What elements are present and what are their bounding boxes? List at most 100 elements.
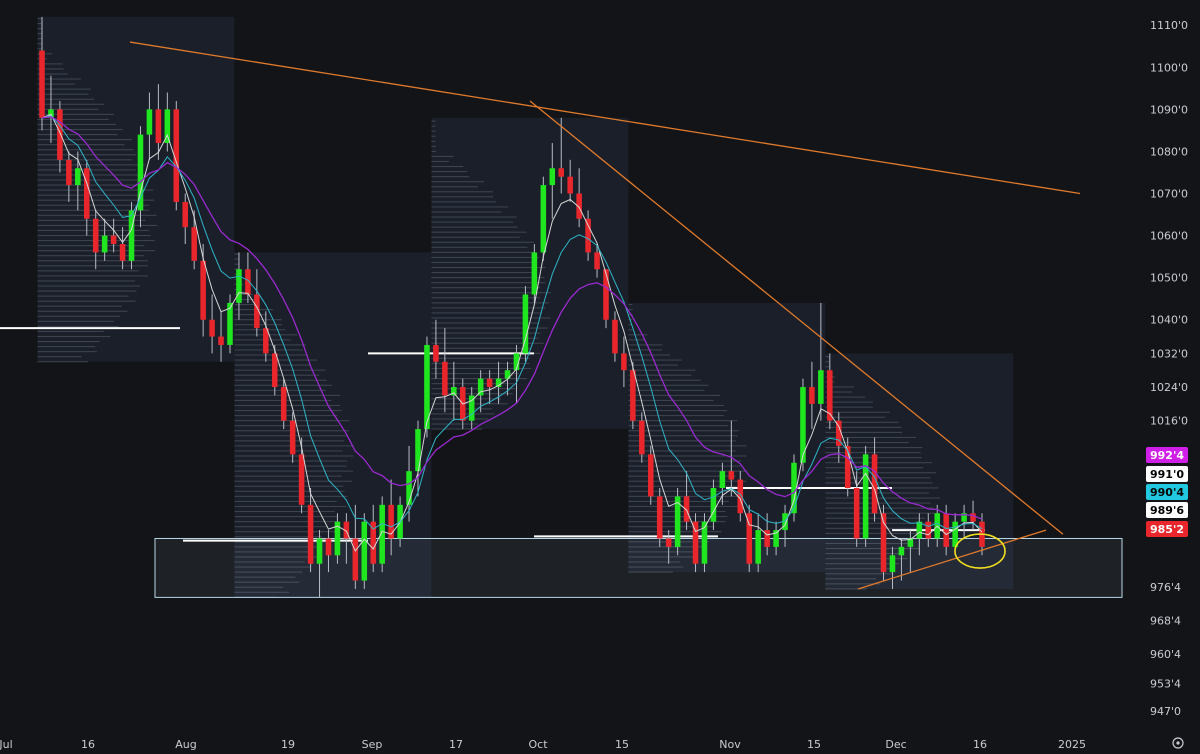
y-tick-label: 1070'0 [1150, 188, 1188, 201]
profile-bar [431, 287, 540, 289]
candle-body [316, 538, 323, 564]
profile-bar [234, 480, 353, 482]
profile-bar [37, 199, 155, 201]
profile-bar [431, 160, 450, 163]
price-tag-label: 990'4 [1150, 486, 1184, 499]
candle-body [594, 252, 600, 270]
profile-bar [825, 356, 830, 358]
candle-body [746, 513, 753, 564]
candle-body [280, 387, 287, 421]
candle-body [540, 185, 547, 253]
profile-bar [431, 211, 502, 213]
profile-bar [37, 43, 42, 45]
candle-body [92, 218, 99, 253]
candle-body [39, 50, 45, 118]
x-tick-label: Jul [0, 738, 13, 751]
profile-bar [37, 22, 42, 25]
price-chart[interactable]: 947'0953'4960'4968'4976'41008'01016'0102… [0, 0, 1200, 754]
profile-bar [431, 231, 527, 233]
profile-bar [37, 154, 137, 156]
candle-body [110, 235, 117, 244]
y-tick-label: 1110'0 [1150, 19, 1188, 32]
profile-bar [37, 38, 42, 40]
x-tick-label: 16 [973, 738, 987, 751]
profile-bar [431, 256, 539, 258]
profile-bar [234, 404, 341, 407]
candle-body [486, 378, 493, 388]
profile-bar [37, 255, 145, 257]
profile-bar [37, 351, 97, 353]
profile-bar [431, 191, 493, 193]
profile-bar [234, 475, 342, 477]
profile-bar [431, 125, 436, 127]
profile-bar [431, 246, 528, 248]
y-tick-label: 1050'0 [1150, 272, 1188, 285]
profile-bar [37, 245, 145, 247]
profile-bar [234, 470, 354, 472]
profile-bar [825, 366, 830, 368]
profile-bar [431, 266, 546, 269]
profile-bar [37, 144, 125, 146]
candle-body [558, 168, 565, 177]
y-tick-label: 1100'0 [1150, 61, 1188, 74]
profile-bar [431, 337, 539, 339]
profile-bar [37, 305, 122, 307]
candle-body [647, 454, 654, 497]
candle-body [66, 159, 72, 186]
profile-bar [234, 465, 347, 467]
candle-body [871, 454, 878, 514]
profile-bar [234, 253, 239, 255]
profile-bar [431, 282, 546, 284]
candle-body [755, 530, 761, 564]
price-tag-label: 992'4 [1150, 449, 1184, 462]
profile-bar [431, 216, 517, 218]
profile-bar [37, 361, 88, 363]
profile-bar [628, 349, 663, 351]
x-tick-label: 15 [615, 738, 629, 751]
profile-bar [628, 334, 648, 336]
profile-bar [628, 364, 678, 366]
x-tick-label: 19 [281, 738, 295, 751]
profile-bar [628, 384, 709, 386]
candle-body [585, 218, 591, 253]
candle-body [289, 420, 296, 455]
profile-bar [431, 206, 509, 208]
profile-bar [431, 221, 514, 223]
profile-bar [37, 93, 89, 95]
candle-body [155, 109, 162, 144]
candle-body [728, 471, 735, 480]
profile-bar [37, 189, 154, 191]
profile-bar [431, 322, 539, 324]
candle-body [200, 260, 206, 320]
profile-bar [234, 521, 338, 523]
candle-body [639, 420, 645, 455]
profile-bar [628, 309, 633, 311]
profile-bar [431, 398, 501, 400]
profile-bar [825, 512, 936, 514]
candle-body [925, 521, 932, 539]
profile-bar [234, 500, 337, 502]
profile-bar [628, 420, 738, 422]
profile-bar [37, 335, 111, 338]
profile-bar [825, 472, 937, 474]
profile-bar [431, 277, 545, 279]
profile-bar [825, 462, 933, 464]
candle-body [352, 538, 359, 581]
candle-body [128, 210, 135, 261]
profile-bar [37, 88, 91, 90]
y-tick-label: 953'4 [1150, 678, 1181, 691]
candle-body [406, 471, 412, 505]
profile-bar [37, 320, 115, 322]
profile-bar [628, 480, 747, 482]
profile-bar [37, 270, 139, 272]
profile-bar [628, 435, 738, 437]
profile-bar [628, 344, 663, 346]
y-tick-label: 947'0 [1150, 705, 1181, 718]
profile-bar [825, 416, 885, 418]
profile-bar [37, 184, 143, 186]
profile-bar [234, 485, 344, 487]
profile-bar [37, 285, 141, 287]
profile-bar [628, 460, 742, 462]
profile-bar [825, 517, 926, 519]
profile-bar [234, 263, 239, 265]
